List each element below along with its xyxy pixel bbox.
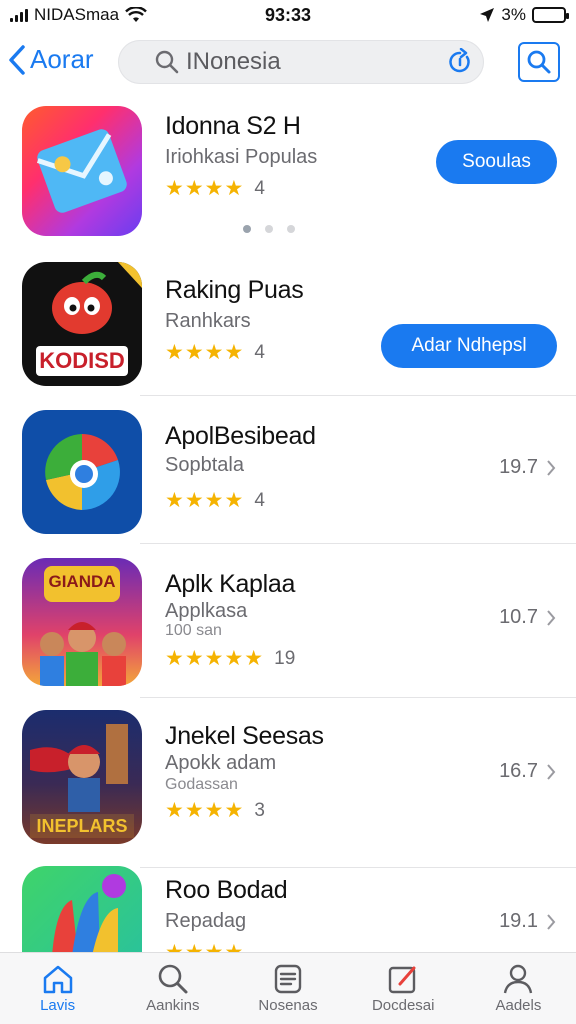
rating-stars: ★★★★ [165, 177, 245, 200]
rating-stars: ★★★★ [165, 489, 245, 512]
app-size-value: 19.7 [499, 456, 538, 478]
rating-stars: ★★★★ [165, 940, 244, 952]
search-icon [527, 50, 551, 74]
tab-stack[interactable]: Nosenas [230, 953, 345, 1024]
tab-label: Docdesai [371, 997, 435, 1014]
app-icon-festival[interactable]: GIANDA [22, 558, 142, 686]
photo-card-icon [36, 129, 127, 213]
person-icon [501, 961, 535, 997]
search-icon [156, 961, 190, 997]
back-label: Aorar [30, 44, 94, 74]
app-action-button[interactable]: Sooulas [436, 140, 557, 184]
browser-logo-icon [45, 434, 120, 510]
app-row[interactable]: INEPLARS Jnekel Seesas Apokk adam Godass… [0, 710, 576, 868]
tab-label: Aankins [146, 997, 200, 1014]
app-action-button[interactable]: Adar Ndhepsl [381, 324, 557, 368]
app-title: ApolBesibead [165, 422, 316, 450]
tab-label: Lavis [40, 997, 76, 1014]
app-title: Roo Bodad [165, 876, 288, 904]
chevron-right-icon [547, 459, 556, 476]
battery-icon [532, 7, 569, 23]
app-row[interactable]: KODISD Raking Puas Ranhkars ★★★★ 4 Adar … [0, 262, 576, 412]
app-row[interactable]: Roo Bodad Repadag ★★★★ 19.1 [0, 866, 576, 952]
page-indicator[interactable] [243, 225, 295, 233]
app-size[interactable]: 19.7 [499, 456, 556, 479]
app-size[interactable]: 10.7 [499, 606, 556, 629]
app-size-value: 10.7 [499, 606, 538, 628]
app-size-value: 16.7 [499, 760, 538, 782]
app-title: Idonna S2 H [165, 112, 301, 140]
app-subtitle: Iriohkasi Populas [165, 146, 318, 168]
edit-icon [386, 961, 420, 997]
rating-value: 4 [254, 341, 265, 363]
app-rating: ★★★★ 4 [165, 488, 265, 513]
app-subtitle: Ranhkars [165, 310, 251, 332]
app-subtitle-secondary: 100 san [165, 622, 222, 639]
tab-rankings[interactable]: Aankins [115, 953, 230, 1024]
rating-value: 19 [274, 647, 296, 669]
app-size[interactable]: 19.1 [499, 910, 556, 933]
app-rating: ★★★★ 4 [165, 176, 265, 201]
search-button[interactable] [518, 42, 560, 82]
tab-updates[interactable]: Docdesai [346, 953, 461, 1024]
app-title: Aplk Kaplaa [165, 570, 296, 598]
app-rating: ★★★★ 4 [165, 340, 265, 365]
app-icon-label: INEPLARS [36, 816, 128, 836]
rating-stars: ★★★★★ [165, 647, 265, 670]
app-title: Raking Puas [165, 276, 304, 304]
rating-stars: ★★★★ [165, 341, 245, 364]
app-icon-browser[interactable] [22, 410, 142, 534]
app-row[interactable]: Idonna S2 H Iriohkasi Populas ★★★★ 4 Soo… [0, 106, 576, 256]
app-title: Jnekel Seesas [165, 722, 324, 750]
hands-icon [52, 874, 126, 952]
chevron-left-icon [9, 44, 25, 75]
app-icon-adventure[interactable]: INEPLARS [22, 710, 142, 844]
row-divider [140, 543, 576, 544]
search-icon [154, 49, 180, 75]
tab-bar: Lavis Aankins Nosenas Docdesai Aadels [0, 952, 576, 1024]
app-rating: ★★★★ [165, 940, 244, 952]
row-divider [140, 395, 576, 396]
chevron-right-icon [547, 763, 556, 780]
nav-bar: Aorar INonesia [0, 36, 576, 88]
search-field[interactable]: INonesia [118, 40, 484, 84]
tab-label: Nosenas [258, 997, 318, 1014]
status-bar: NIDASmaa 93:33 3% [0, 0, 576, 30]
app-subtitle: Applkasa [165, 600, 248, 622]
app-rating: ★★★★★ 19 [165, 646, 295, 671]
app-subtitle: Sopbtala [165, 454, 244, 476]
back-button[interactable]: Aorar [8, 44, 94, 75]
app-subtitle-secondary: Godassan [165, 776, 238, 793]
app-row[interactable]: GIANDA Aplk Kaplaa Applkasa 100 san ★★★★… [0, 558, 576, 708]
search-input-value[interactable]: INonesia [186, 48, 281, 76]
app-size[interactable]: 16.7 [499, 760, 556, 783]
app-subtitle: Repadag [165, 910, 247, 932]
app-icon-label: KODISD [39, 348, 125, 373]
app-icon-photo[interactable] [22, 106, 142, 236]
app-icon-label: GIANDA [48, 572, 116, 591]
app-icon-game[interactable]: KODISD [22, 262, 142, 386]
app-size-value: 19.1 [499, 910, 538, 932]
stack-icon [271, 961, 305, 997]
tab-today[interactable]: Lavis [0, 953, 115, 1024]
app-row[interactable]: ApolBesibead Sopbtala ★★★★ 4 19.7 [0, 410, 576, 560]
rating-value: 3 [254, 799, 265, 821]
rating-value: 4 [254, 177, 265, 199]
row-divider [140, 697, 576, 698]
app-icon-creative[interactable] [22, 866, 142, 952]
reload-icon[interactable] [446, 47, 474, 83]
status-time: 93:33 [264, 4, 312, 25]
chevron-right-icon [547, 913, 556, 930]
tab-account[interactable]: Aadels [461, 953, 576, 1024]
chevron-right-icon [547, 609, 556, 626]
rating-stars: ★★★★ [165, 799, 245, 822]
rating-value: 4 [254, 489, 265, 511]
home-icon [41, 961, 75, 997]
tab-label: Aadels [495, 997, 542, 1014]
app-rating: ★★★★ 3 [165, 798, 265, 823]
app-subtitle: Apokk adam [165, 752, 277, 774]
